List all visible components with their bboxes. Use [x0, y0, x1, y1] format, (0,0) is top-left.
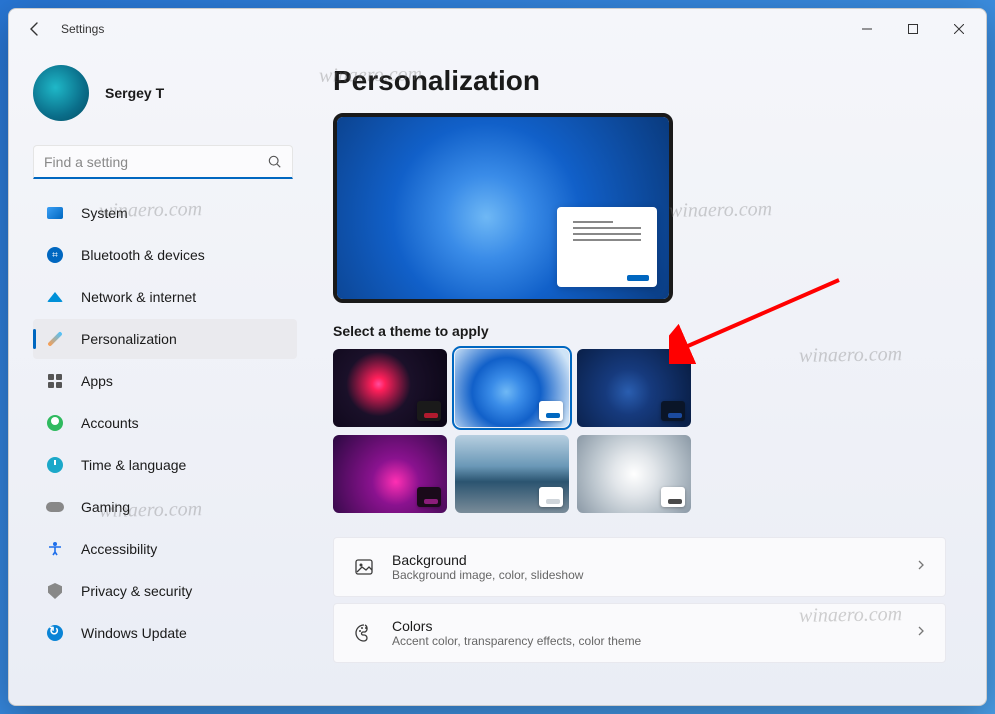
- accessibility-icon: [45, 539, 65, 559]
- bluetooth-icon: ⌗: [45, 245, 65, 265]
- chevron-right-icon: [915, 624, 927, 642]
- theme-tile-5[interactable]: [455, 435, 569, 513]
- nav-label: Apps: [81, 373, 113, 389]
- clock-icon: [45, 455, 65, 475]
- search-icon: [268, 155, 282, 169]
- search-box[interactable]: [33, 145, 293, 179]
- theme-tile-4[interactable]: [333, 435, 447, 513]
- gamepad-icon: [45, 497, 65, 517]
- nav-label: Network & internet: [81, 289, 196, 305]
- nav-label: Time & language: [81, 457, 186, 473]
- theme-tile-2[interactable]: [455, 349, 569, 427]
- nav-gaming[interactable]: Gaming: [33, 487, 297, 527]
- nav-label: Accounts: [81, 415, 139, 431]
- nav-label: Windows Update: [81, 625, 187, 641]
- setting-title: Colors: [392, 618, 899, 634]
- user-name: Sergey T: [105, 85, 164, 101]
- nav-apps[interactable]: Apps: [33, 361, 297, 401]
- nav-label: Personalization: [81, 331, 177, 347]
- setting-subtitle: Background image, color, slideshow: [392, 568, 899, 582]
- nav-accounts[interactable]: Accounts: [33, 403, 297, 443]
- setting-subtitle: Accent color, transparency effects, colo…: [392, 634, 899, 648]
- sidebar: Sergey T System ⌗ Bluetooth & devices Net…: [9, 49, 309, 705]
- nav-system[interactable]: System: [33, 193, 297, 233]
- page-title: Personalization: [333, 65, 946, 97]
- user-profile[interactable]: Sergey T: [33, 57, 309, 137]
- settings-window: Settings Sergey T System ⌗ Bluetooth & de…: [8, 8, 987, 706]
- shield-icon: [45, 581, 65, 601]
- nav-windows-update[interactable]: Windows Update: [33, 613, 297, 653]
- wifi-icon: [45, 287, 65, 307]
- update-icon: [45, 623, 65, 643]
- nav-network[interactable]: Network & internet: [33, 277, 297, 317]
- theme-tile-6[interactable]: [577, 435, 691, 513]
- setting-title: Background: [392, 552, 899, 568]
- nav-label: Bluetooth & devices: [81, 247, 205, 263]
- nav-label: Accessibility: [81, 541, 157, 557]
- nav-privacy[interactable]: Privacy & security: [33, 571, 297, 611]
- theme-section-label: Select a theme to apply: [333, 323, 946, 339]
- content-area[interactable]: Personalization Select a theme to apply: [309, 49, 986, 705]
- avatar: [33, 65, 89, 121]
- chevron-right-icon: [915, 558, 927, 576]
- palette-icon: [352, 621, 376, 645]
- back-button[interactable]: [17, 11, 53, 47]
- nav-list: System ⌗ Bluetooth & devices Network & in…: [33, 191, 309, 697]
- search-input[interactable]: [44, 154, 268, 170]
- person-icon: [45, 413, 65, 433]
- nav-label: System: [81, 205, 128, 221]
- setting-text: Colors Accent color, transparency effect…: [392, 618, 899, 648]
- close-button[interactable]: [936, 13, 982, 45]
- desktop-preview: [333, 113, 673, 303]
- app-title: Settings: [61, 22, 104, 36]
- titlebar: Settings: [9, 9, 986, 49]
- apps-icon: [45, 371, 65, 391]
- preview-window: [557, 207, 657, 287]
- theme-grid: [333, 349, 946, 513]
- minimize-button[interactable]: [844, 13, 890, 45]
- window-controls: [844, 13, 982, 45]
- theme-tile-3[interactable]: [577, 349, 691, 427]
- setting-colors[interactable]: Colors Accent color, transparency effect…: [333, 603, 946, 663]
- system-icon: [45, 203, 65, 223]
- maximize-button[interactable]: [890, 13, 936, 45]
- paintbrush-icon: [45, 329, 65, 349]
- nav-label: Gaming: [81, 499, 130, 515]
- nav-accessibility[interactable]: Accessibility: [33, 529, 297, 569]
- setting-text: Background Background image, color, slid…: [392, 552, 899, 582]
- setting-background[interactable]: Background Background image, color, slid…: [333, 537, 946, 597]
- image-icon: [352, 555, 376, 579]
- nav-personalization[interactable]: Personalization: [33, 319, 297, 359]
- nav-label: Privacy & security: [81, 583, 192, 599]
- window-body: Sergey T System ⌗ Bluetooth & devices Net…: [9, 49, 986, 705]
- theme-tile-1[interactable]: [333, 349, 447, 427]
- nav-time-language[interactable]: Time & language: [33, 445, 297, 485]
- nav-bluetooth[interactable]: ⌗ Bluetooth & devices: [33, 235, 297, 275]
